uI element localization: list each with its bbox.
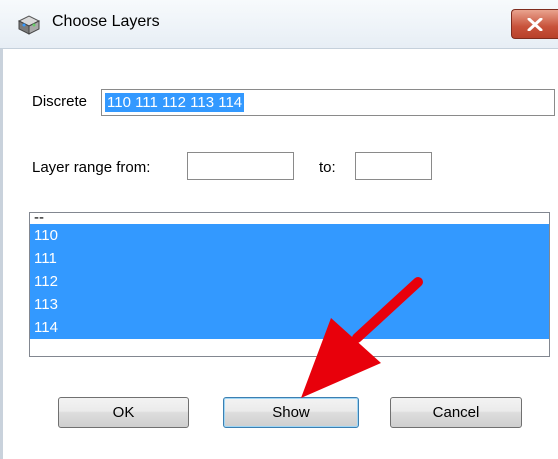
list-item[interactable]: 110 <box>30 224 549 247</box>
range-from-label: Layer range from: <box>32 159 151 176</box>
show-button[interactable]: Show <box>223 397 359 428</box>
range-from-input[interactable] <box>187 152 294 180</box>
title-bar[interactable]: Choose Layers <box>0 0 558 49</box>
list-item[interactable]: -- <box>30 213 549 225</box>
app-window-icon <box>16 14 42 36</box>
list-item[interactable]: 113 <box>30 293 549 316</box>
dialog-window: Choose Layers Discrete 110 111 112 113 1… <box>0 0 558 459</box>
discrete-label: Discrete <box>32 93 88 110</box>
list-item[interactable]: 111 <box>30 247 549 270</box>
window-edge <box>0 0 3 459</box>
discrete-input-value: 110 111 112 113 114 <box>105 93 245 112</box>
window-title: Choose Layers <box>52 13 160 30</box>
list-item[interactable]: 112 <box>30 270 549 293</box>
close-button[interactable] <box>511 9 558 39</box>
close-icon <box>527 18 543 31</box>
discrete-input[interactable]: 110 111 112 113 114 <box>101 89 555 116</box>
cancel-button[interactable]: Cancel <box>390 397 522 428</box>
range-to-input[interactable] <box>355 152 432 180</box>
layer-listbox[interactable]: -- 110 111 112 113 114 <box>29 212 550 357</box>
list-item[interactable]: 114 <box>30 316 549 339</box>
ok-button[interactable]: OK <box>58 397 189 428</box>
range-to-label: to: <box>319 159 336 176</box>
